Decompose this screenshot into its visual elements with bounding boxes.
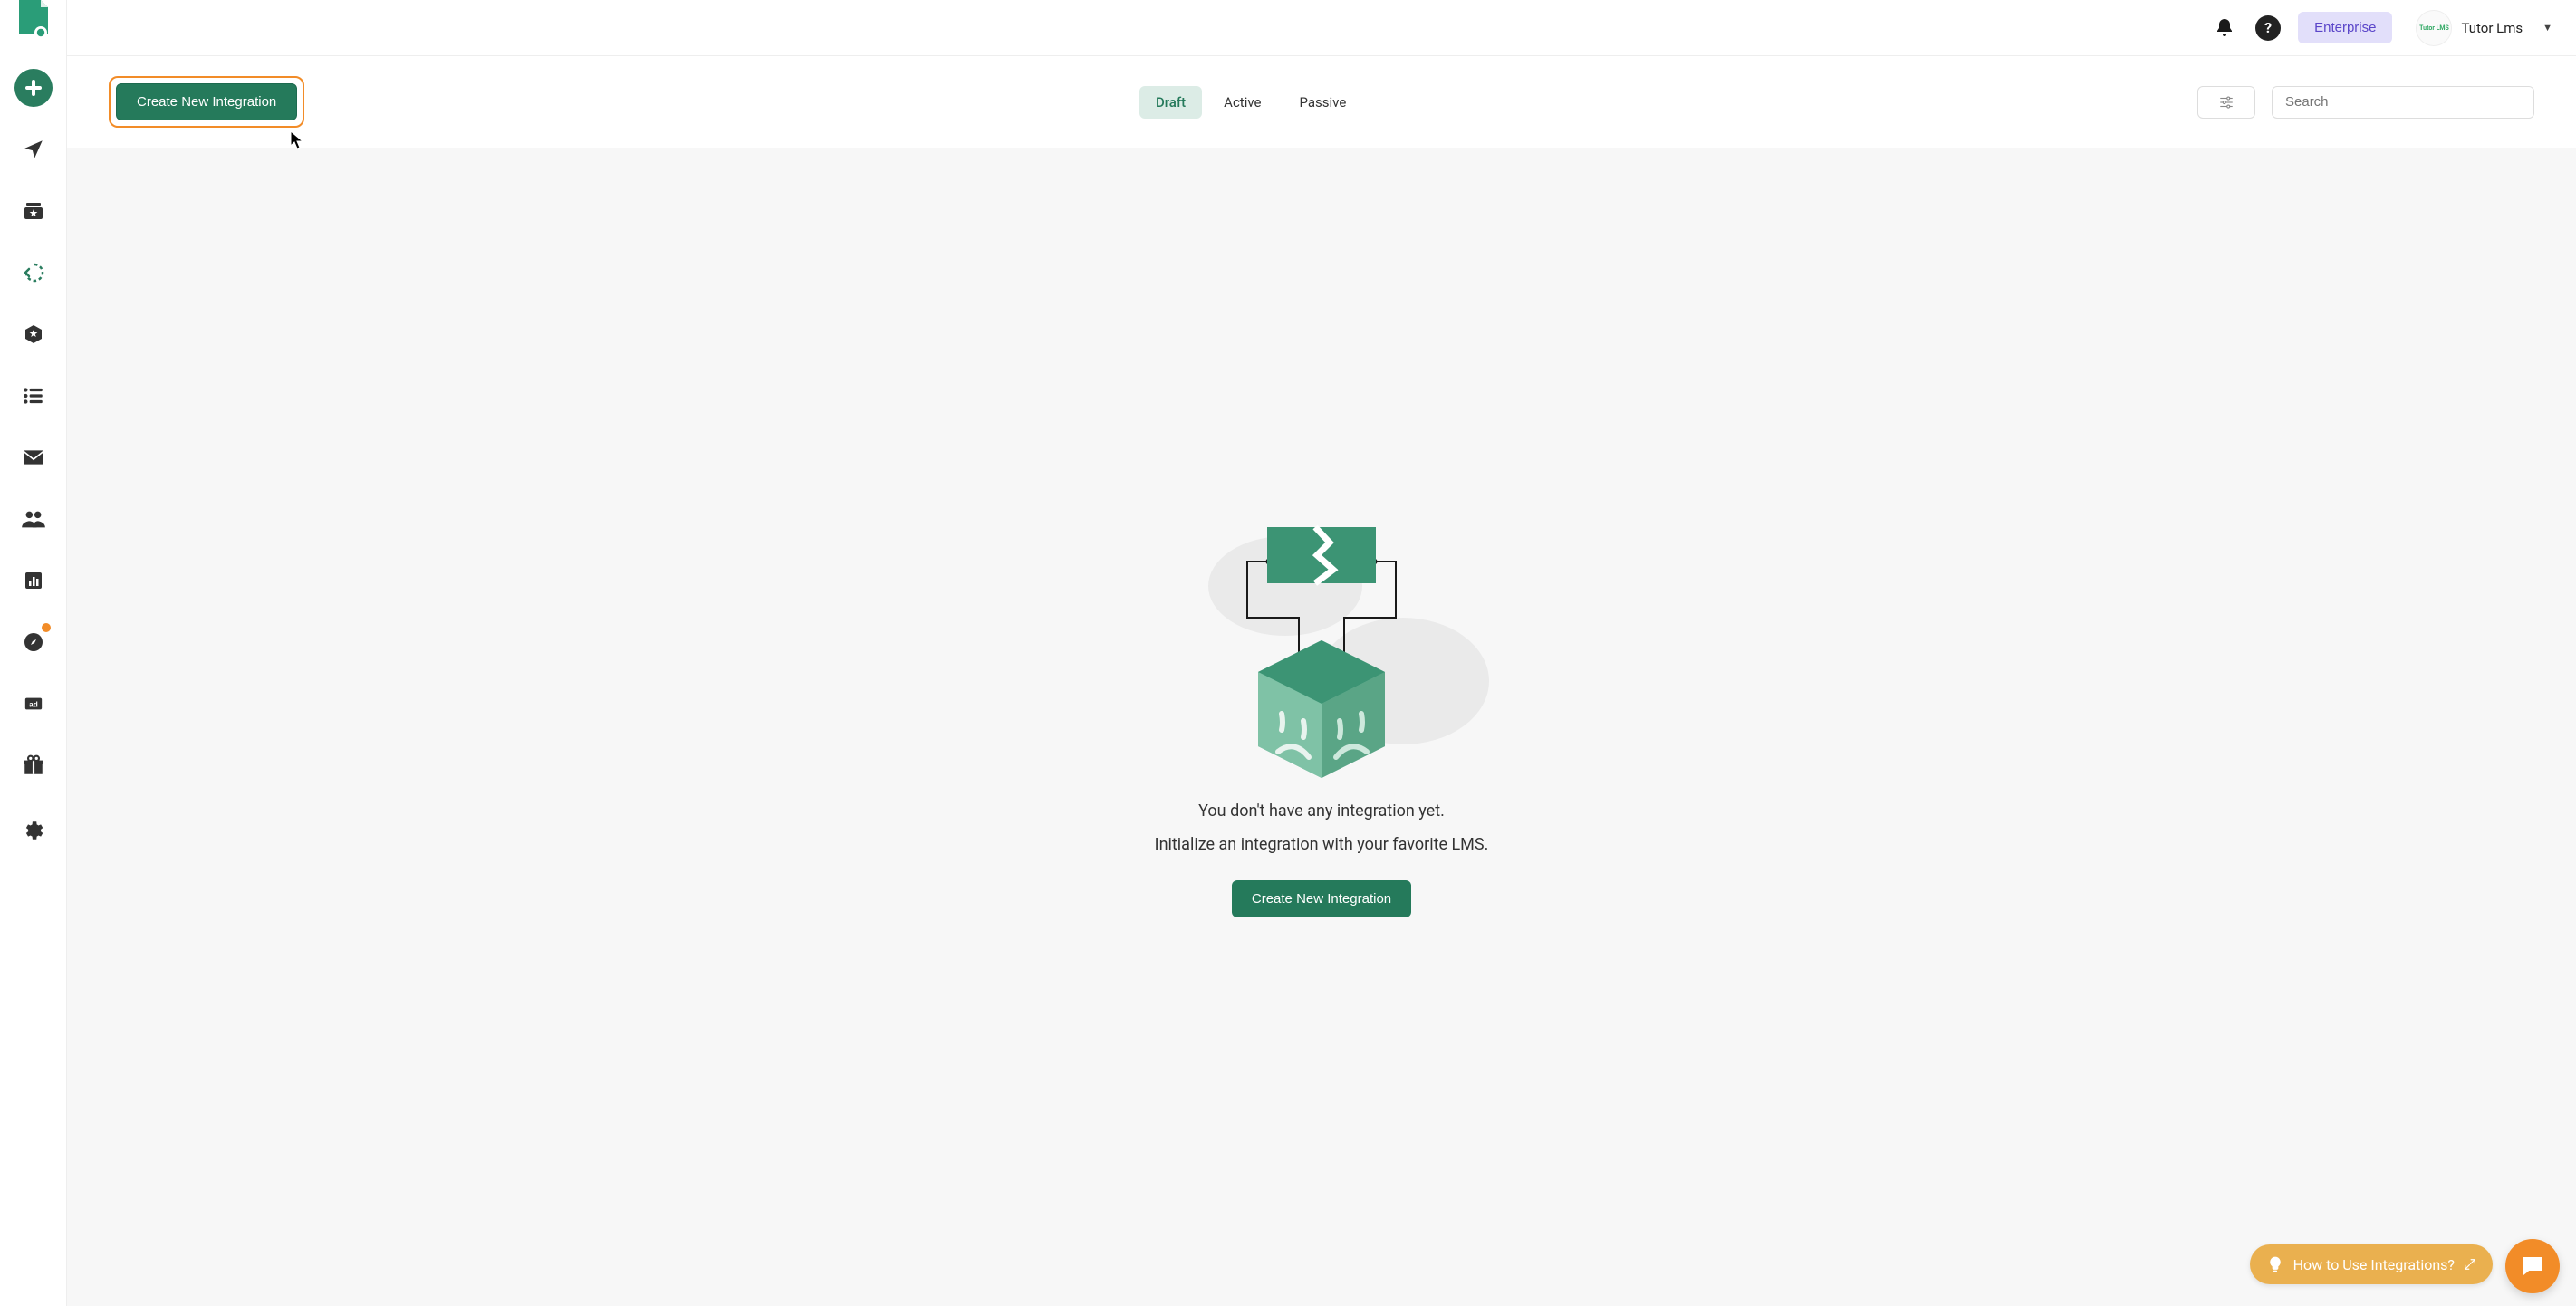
logo[interactable] (14, 7, 53, 45)
account-menu[interactable]: Tutor LMS Tutor Lms ▼ (2408, 10, 2552, 46)
enterprise-button[interactable]: Enterprise (2298, 12, 2392, 43)
empty-state-line2: Initialize an integration with your favo… (1155, 832, 1489, 857)
main: ? Enterprise Tutor LMS Tutor Lms ▼ Creat… (67, 0, 2576, 1306)
empty-state: You don't have any integration yet. Init… (1149, 500, 1494, 917)
sidebar-item-send[interactable] (14, 130, 53, 168)
sliders-icon (2216, 94, 2236, 110)
plus-icon (23, 77, 44, 99)
ad-icon: ad (24, 694, 43, 714)
help-pill[interactable]: How to Use Integrations? (2250, 1244, 2493, 1284)
sidebar-item-list[interactable] (14, 377, 53, 415)
stack-star-icon (23, 200, 44, 222)
sidebar-item-gift[interactable] (14, 746, 53, 784)
tab-active[interactable]: Active (1207, 86, 1277, 119)
help-button[interactable]: ? (2254, 14, 2282, 42)
chat-fab[interactable] (2505, 1239, 2560, 1293)
sidebar-item-badge[interactable] (14, 315, 53, 353)
topbar: ? Enterprise Tutor LMS Tutor Lms ▼ (67, 0, 2576, 56)
sidebar-item-mail[interactable] (14, 438, 53, 476)
sidebar-item-credentials[interactable] (14, 192, 53, 230)
tab-draft[interactable]: Draft (1139, 86, 1202, 119)
certificate-logo-icon (15, 0, 52, 42)
compass-icon (23, 631, 44, 653)
chat-bubble-icon (2519, 1253, 2546, 1280)
location-arrow-icon (22, 138, 45, 161)
tab-passive[interactable]: Passive (1283, 86, 1363, 119)
help-pill-label: How to Use Integrations? (2293, 1256, 2455, 1273)
sidebar: ad (0, 0, 67, 1306)
chevron-down-icon: ▼ (2542, 22, 2552, 34)
sidebar-item-users[interactable] (14, 500, 53, 538)
lightbulb-icon (2266, 1255, 2284, 1273)
sidebar-item-ad[interactable]: ad (14, 685, 53, 723)
account-name: Tutor Lms (2461, 20, 2523, 36)
filter-button[interactable] (2197, 86, 2255, 119)
search-input[interactable] (2272, 86, 2534, 119)
account-logo-text: Tutor LMS (2419, 24, 2449, 32)
create-button-highlight: Create New Integration (109, 76, 304, 128)
expand-icon (2464, 1258, 2476, 1271)
empty-create-button[interactable]: Create New Integration (1232, 880, 1411, 917)
toolbar: Create New Integration Draft Active Pass… (67, 56, 2576, 148)
gear-icon (22, 819, 45, 842)
question-mark-icon: ? (2255, 15, 2281, 41)
sidebar-item-analytics[interactable] (14, 562, 53, 600)
svg-text:ad: ad (29, 701, 38, 709)
create-new-integration-button[interactable]: Create New Integration (116, 83, 297, 120)
bell-icon (2214, 17, 2235, 39)
bar-chart-icon (23, 570, 44, 591)
status-tabs: Draft Active Passive (1139, 86, 1362, 119)
envelope-icon (22, 446, 45, 469)
sidebar-item-integrations[interactable] (14, 254, 53, 292)
integration-gear-icon (23, 262, 44, 283)
empty-state-line1: You don't have any integration yet. (1198, 799, 1445, 823)
content-area: You don't have any integration yet. Init… (67, 148, 2576, 1306)
sidebar-item-explore[interactable] (14, 623, 53, 661)
account-avatar: Tutor LMS (2416, 10, 2452, 46)
notifications-button[interactable] (2211, 14, 2238, 42)
hex-star-icon (23, 323, 44, 345)
sidebar-item-settings[interactable] (14, 811, 53, 850)
empty-box-illustration (1149, 500, 1494, 790)
list-icon (22, 384, 45, 408)
gift-icon (22, 754, 45, 777)
users-icon (21, 506, 46, 532)
sidebar-item-add[interactable] (14, 69, 53, 107)
